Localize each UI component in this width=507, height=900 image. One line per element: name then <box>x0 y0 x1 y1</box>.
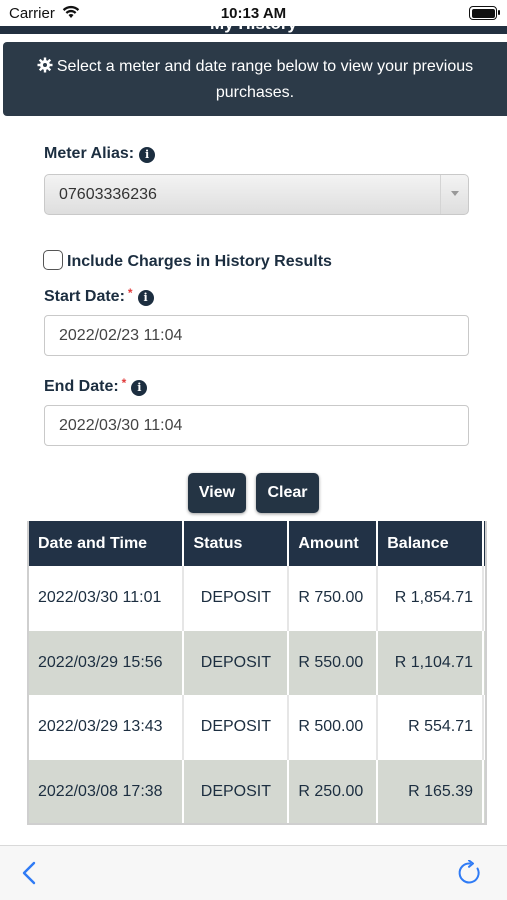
include-charges-checkbox[interactable] <box>43 250 63 270</box>
row-datetime: 2022/03/30 11:01 <box>29 566 185 631</box>
row-datetime: 2022/03/29 13:43 <box>29 695 185 760</box>
gear-icon <box>37 57 53 81</box>
meter-alias-select[interactable]: 07603336236 <box>44 174 469 215</box>
row-extra <box>483 759 485 823</box>
view-button[interactable]: View <box>188 473 246 513</box>
row-status: DEPOSIT <box>183 566 290 631</box>
clock: 10:13 AM <box>220 5 287 22</box>
end-date-label-text: End Date: <box>44 378 119 395</box>
refresh-icon[interactable] <box>457 859 483 891</box>
row-amount: R 250.00 <box>288 759 379 823</box>
table-row[interactable]: 2022/03/08 17:38 DEPOSIT R 250.00 R 165.… <box>29 759 485 823</box>
row-balance: R 1,104.71 <box>377 630 484 695</box>
table-row[interactable]: 2022/03/29 15:56 DEPOSIT R 550.00 R 1,10… <box>29 630 485 695</box>
include-charges-label: Include Charges in History Results <box>67 253 332 270</box>
row-extra <box>483 695 485 760</box>
column-header-extra <box>483 521 485 566</box>
table-row[interactable]: 2022/03/30 11:01 DEPOSIT R 750.00 R 1,85… <box>29 566 485 631</box>
chevron-left-icon[interactable] <box>22 861 36 890</box>
row-balance: R 165.39 <box>377 759 484 823</box>
table-header-row: Date and Time Status Amount Balance <box>29 521 485 566</box>
clear-button[interactable]: Clear <box>256 473 319 513</box>
end-date-field[interactable]: 2022/03/30 11:04 <box>44 405 469 446</box>
info-icon[interactable]: i <box>139 147 156 163</box>
row-datetime: 2022/03/08 17:38 <box>29 759 185 823</box>
row-balance: R 554.71 <box>377 695 484 760</box>
row-status: DEPOSIT <box>183 630 290 695</box>
row-balance: R 1,854.71 <box>377 566 484 631</box>
info-icon[interactable]: i <box>137 290 154 306</box>
bottom-toolbar <box>0 845 507 900</box>
info-icon[interactable]: i <box>131 380 148 396</box>
row-datetime: 2022/03/29 15:56 <box>29 630 185 695</box>
row-status: DEPOSIT <box>183 695 290 760</box>
history-table: Date and Time Status Amount Balance 2022… <box>29 521 485 823</box>
row-status: DEPOSIT <box>183 759 290 823</box>
required-marker: * <box>121 376 127 390</box>
history-table-container[interactable]: Date and Time Status Amount Balance 2022… <box>27 521 487 825</box>
row-amount: R 500.00 <box>288 695 379 760</box>
start-date-label: Start Date: * i <box>44 286 154 306</box>
row-extra <box>483 566 485 631</box>
meter-alias-value: 07603336236 <box>59 186 157 203</box>
row-amount: R 750.00 <box>288 566 379 631</box>
column-header-status: Status <box>183 521 290 566</box>
column-header-datetime: Date and Time <box>29 521 185 566</box>
battery-icon <box>469 6 500 20</box>
row-amount: R 550.00 <box>288 630 379 695</box>
end-date-label: End Date: * i <box>44 376 148 396</box>
info-banner: Select a meter and date range below to v… <box>3 42 507 116</box>
banner-text: Select a meter and date range below to v… <box>56 58 474 101</box>
required-marker: * <box>127 286 133 300</box>
start-date-label-text: Start Date: <box>44 288 125 305</box>
chevron-down-icon <box>440 175 468 214</box>
meter-alias-label: Meter Alias: i <box>44 145 156 163</box>
include-charges-row[interactable]: Include Charges in History Results <box>43 250 332 271</box>
column-header-amount: Amount <box>288 521 379 566</box>
start-date-field[interactable]: 2022/02/23 11:04 <box>44 315 469 356</box>
status-bar: Carrier 10:13 AM <box>0 0 507 26</box>
table-row[interactable]: 2022/03/29 13:43 DEPOSIT R 500.00 R 554.… <box>29 695 485 760</box>
meter-alias-label-text: Meter Alias: <box>44 145 135 162</box>
column-header-balance: Balance <box>377 521 484 566</box>
row-extra <box>483 630 485 695</box>
